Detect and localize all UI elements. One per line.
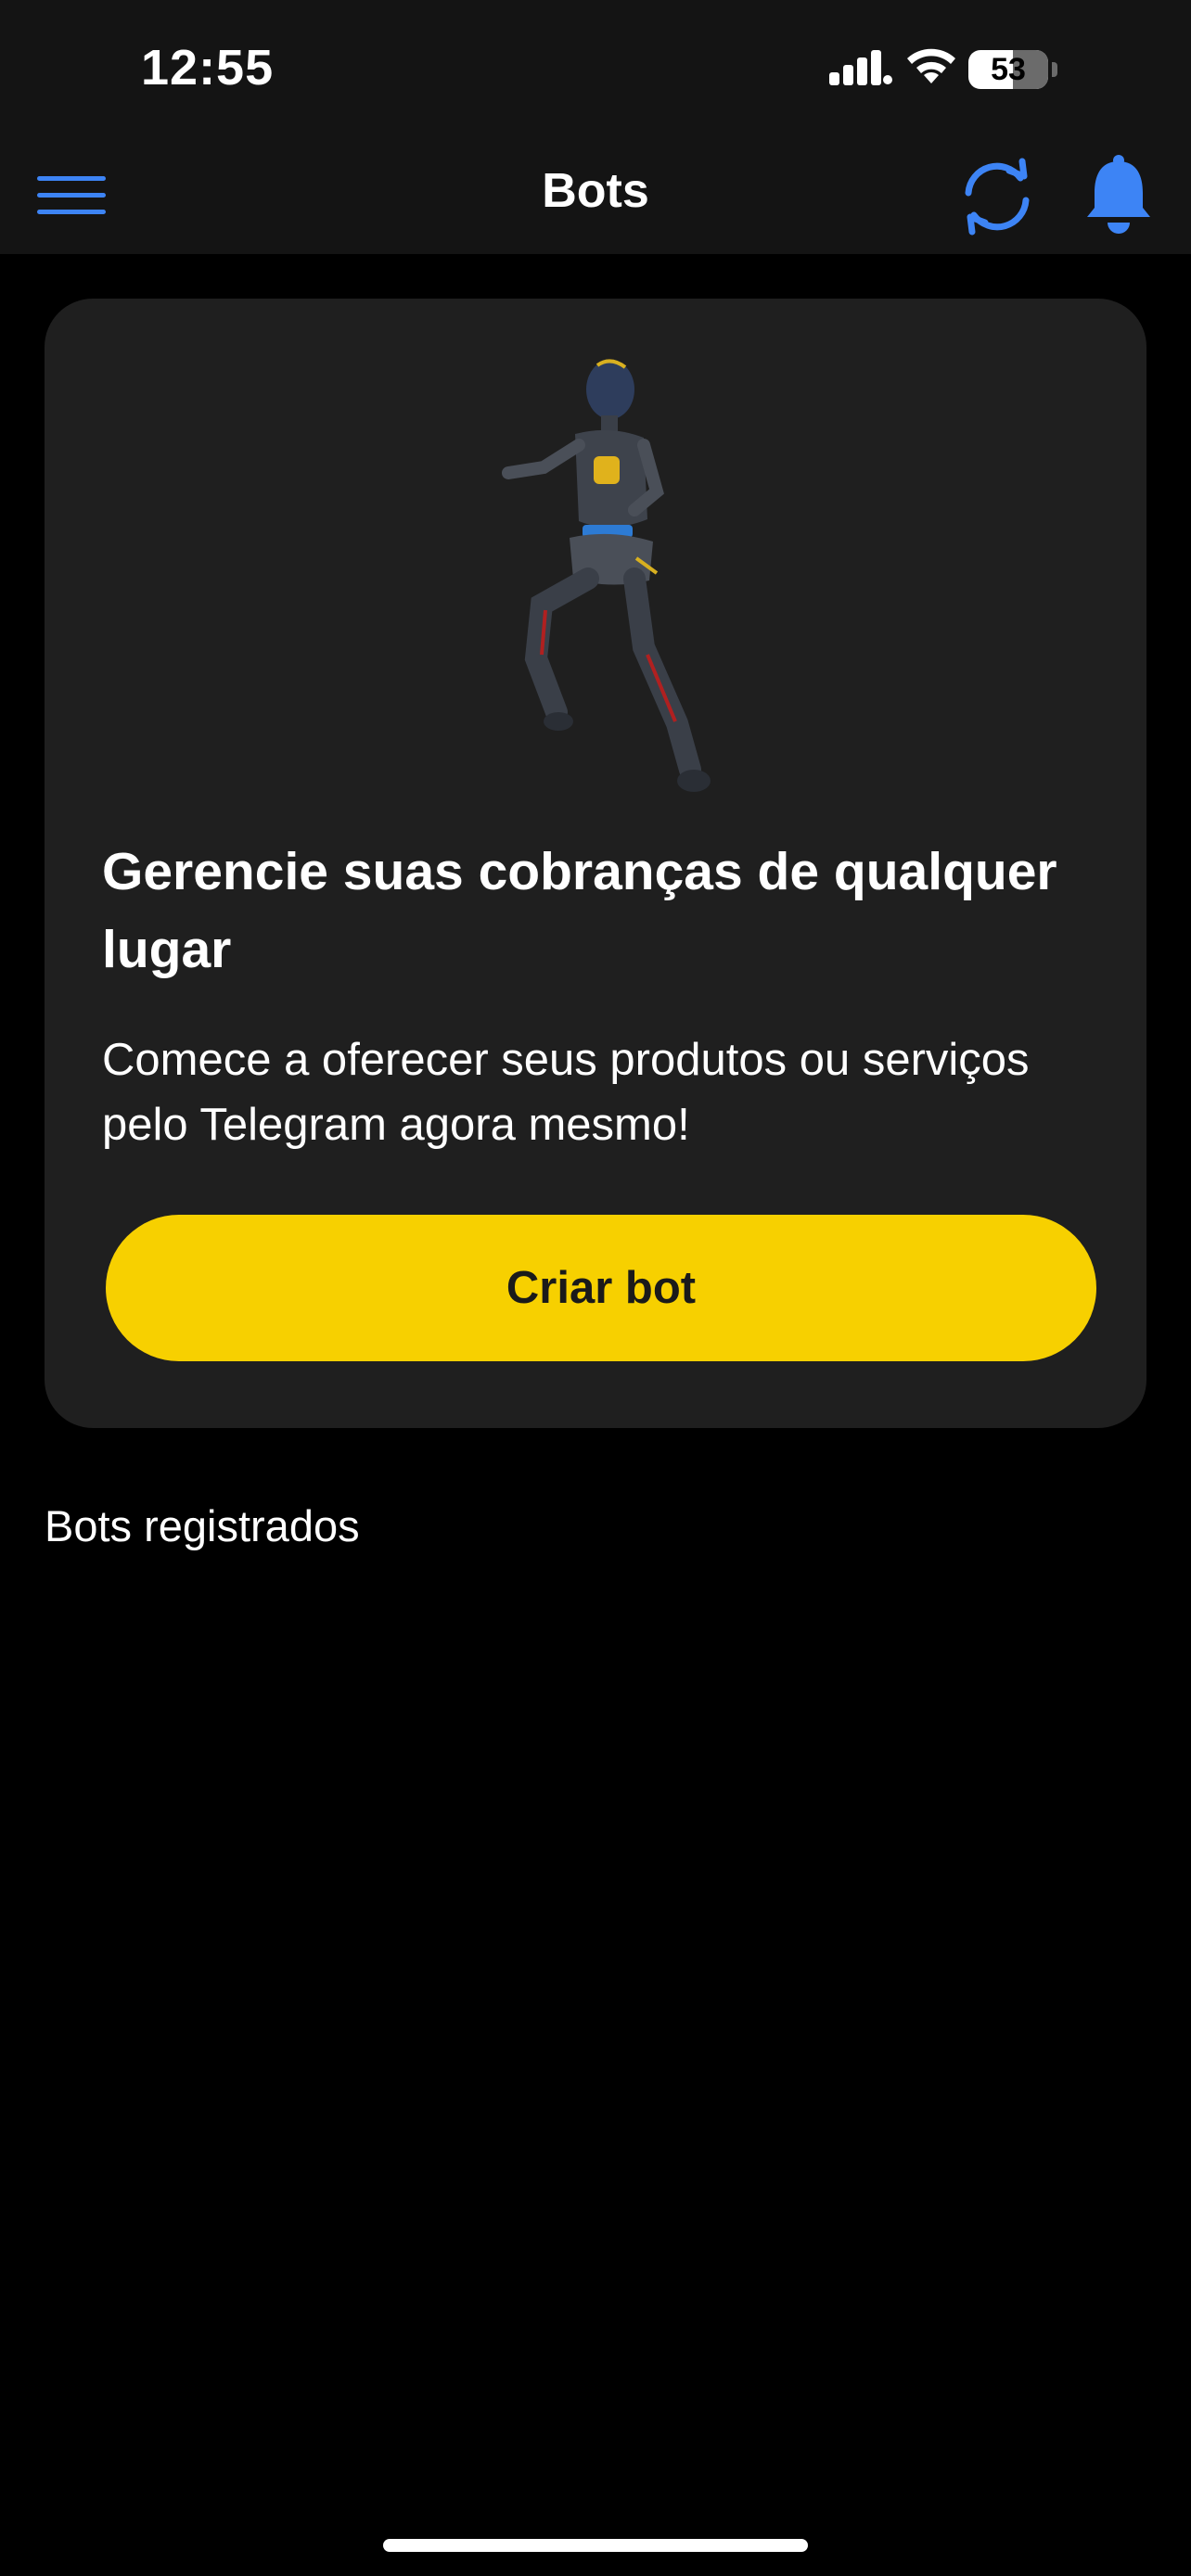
refresh-icon[interactable] [955, 156, 1039, 237]
battery-level: 53 [991, 52, 1026, 87]
signal-icon [829, 50, 892, 85]
battery-icon: 53 [968, 50, 1048, 89]
robot-illustration [502, 359, 711, 792]
nav-bar: Bots [0, 139, 1191, 254]
registered-bots-title: Bots registrados [45, 1501, 360, 1550]
status-bar: 12:55 53 [0, 0, 1191, 139]
status-time: 12:55 [141, 40, 275, 96]
promo-title: Gerencie suas cobranças de qualquer luga… [102, 842, 1057, 979]
promo-description: Comece a oferecer seus produtos ou servi… [102, 1035, 1030, 1150]
wifi-icon [907, 48, 955, 83]
home-indicator[interactable] [383, 2539, 808, 2552]
promo-card: Gerencie suas cobranças de qualquer luga… [45, 299, 1146, 1428]
bell-icon[interactable] [1083, 152, 1154, 236]
battery-nub [1052, 62, 1057, 77]
create-bot-button[interactable]: Criar bot [106, 1215, 1096, 1361]
